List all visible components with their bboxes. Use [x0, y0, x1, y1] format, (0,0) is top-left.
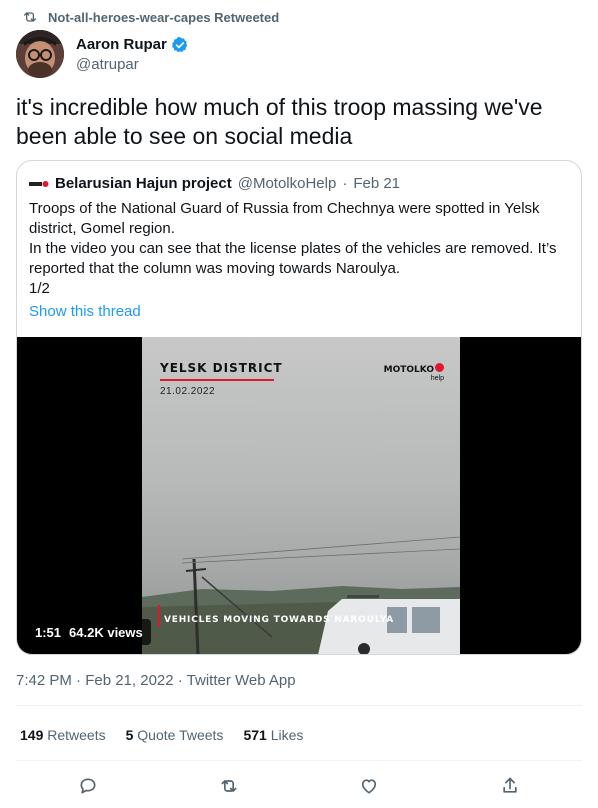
video-duration: 1:51: [35, 624, 62, 640]
divider-top: [16, 705, 582, 706]
engagement-stats: 149 Retweets 5 Quote Tweets 571 Likes: [20, 727, 303, 743]
quoted-paragraph-1: Troops of the National Guard of Russia f…: [29, 200, 540, 237]
video-overlay-logo: MOTOLKO help: [384, 359, 444, 382]
likes-label: Likes: [270, 727, 304, 743]
retweet-context: Not-all-heroes-wear-capes Retweeted: [22, 8, 279, 26]
quoted-tweet[interactable]: Belarusian Hajun project @MotolkoHelp · …: [16, 160, 582, 655]
tweet-text: it's incredible how much of this troop m…: [16, 94, 543, 149]
video-frame: Yelsk district 21.02.2022 MOTOLKO help V…: [142, 337, 460, 654]
video-logo-text: MOTOLKO: [383, 365, 434, 375]
retweet-action-icon: [221, 780, 237, 792]
video-overlay-title: Yelsk district: [160, 361, 283, 375]
likes-stat[interactable]: 571 Likes: [243, 727, 303, 743]
author-name[interactable]: Aaron Rupar: [76, 36, 167, 53]
video-caption-bar: [158, 605, 160, 627]
motolko-logo-icon: [29, 177, 49, 191]
quoted-separator: ·: [342, 175, 348, 192]
show-thread-link[interactable]: Show this thread: [29, 303, 141, 320]
quotes-label: Quote Tweets: [137, 727, 224, 743]
quote-tweets-stat[interactable]: 5 Quote Tweets: [126, 727, 224, 743]
reply-button[interactable]: [74, 772, 102, 800]
video-caption: Vehicles moving towards Naroulya: [164, 615, 395, 625]
retweets-count: 149: [20, 727, 44, 743]
reply-icon: [80, 778, 96, 794]
divider-bottom: [16, 760, 582, 761]
video-overlay-underline: [160, 379, 274, 381]
quoted-date[interactable]: Feb 21: [353, 175, 400, 192]
retweet-context-text[interactable]: Not-all-heroes-wear-capes Retweeted: [48, 10, 279, 25]
like-icon: [361, 779, 377, 794]
likes-count: 571: [243, 727, 267, 743]
like-button[interactable]: [355, 772, 383, 800]
avatar[interactable]: [16, 30, 64, 78]
retweets-stat[interactable]: 149 Retweets: [20, 727, 106, 743]
tweet-actions: [0, 772, 598, 800]
retweets-label: Retweets: [47, 727, 106, 743]
retweet-icon: [24, 12, 36, 22]
video-stats-badge: 1:51 64.2K views: [27, 619, 151, 645]
quotes-count: 5: [125, 727, 134, 743]
video-logo-dot-icon: [435, 363, 444, 373]
share-icon: [503, 777, 517, 793]
retweet-button[interactable]: [215, 772, 243, 800]
quoted-tweet-text: Troops of the National Guard of Russia f…: [29, 199, 569, 299]
share-button[interactable]: [496, 772, 524, 800]
author-handle[interactable]: @atrupar: [76, 56, 189, 73]
quoted-author-handle[interactable]: @MotolkoHelp: [238, 175, 337, 192]
quoted-tweet-header: Belarusian Hajun project @MotolkoHelp · …: [29, 175, 400, 192]
quoted-paragraph-2: In the video you can see that the licens…: [29, 240, 557, 277]
tweet-timestamp[interactable]: 7:42 PM · Feb 21, 2022 · Twitter Web App: [16, 672, 296, 689]
video-logo-sub: help: [430, 375, 444, 382]
video-views: 64.2K views: [69, 624, 143, 640]
video-overlay-date: 21.02.2022: [160, 386, 216, 397]
tweet-author: Aaron Rupar @atrupar: [16, 30, 189, 78]
video-player[interactable]: Yelsk district 21.02.2022 MOTOLKO help V…: [17, 337, 581, 654]
quoted-paragraph-3: 1/2: [29, 280, 50, 297]
verified-badge-icon: [171, 36, 188, 52]
quoted-author-name[interactable]: Belarusian Hajun project: [55, 175, 232, 192]
